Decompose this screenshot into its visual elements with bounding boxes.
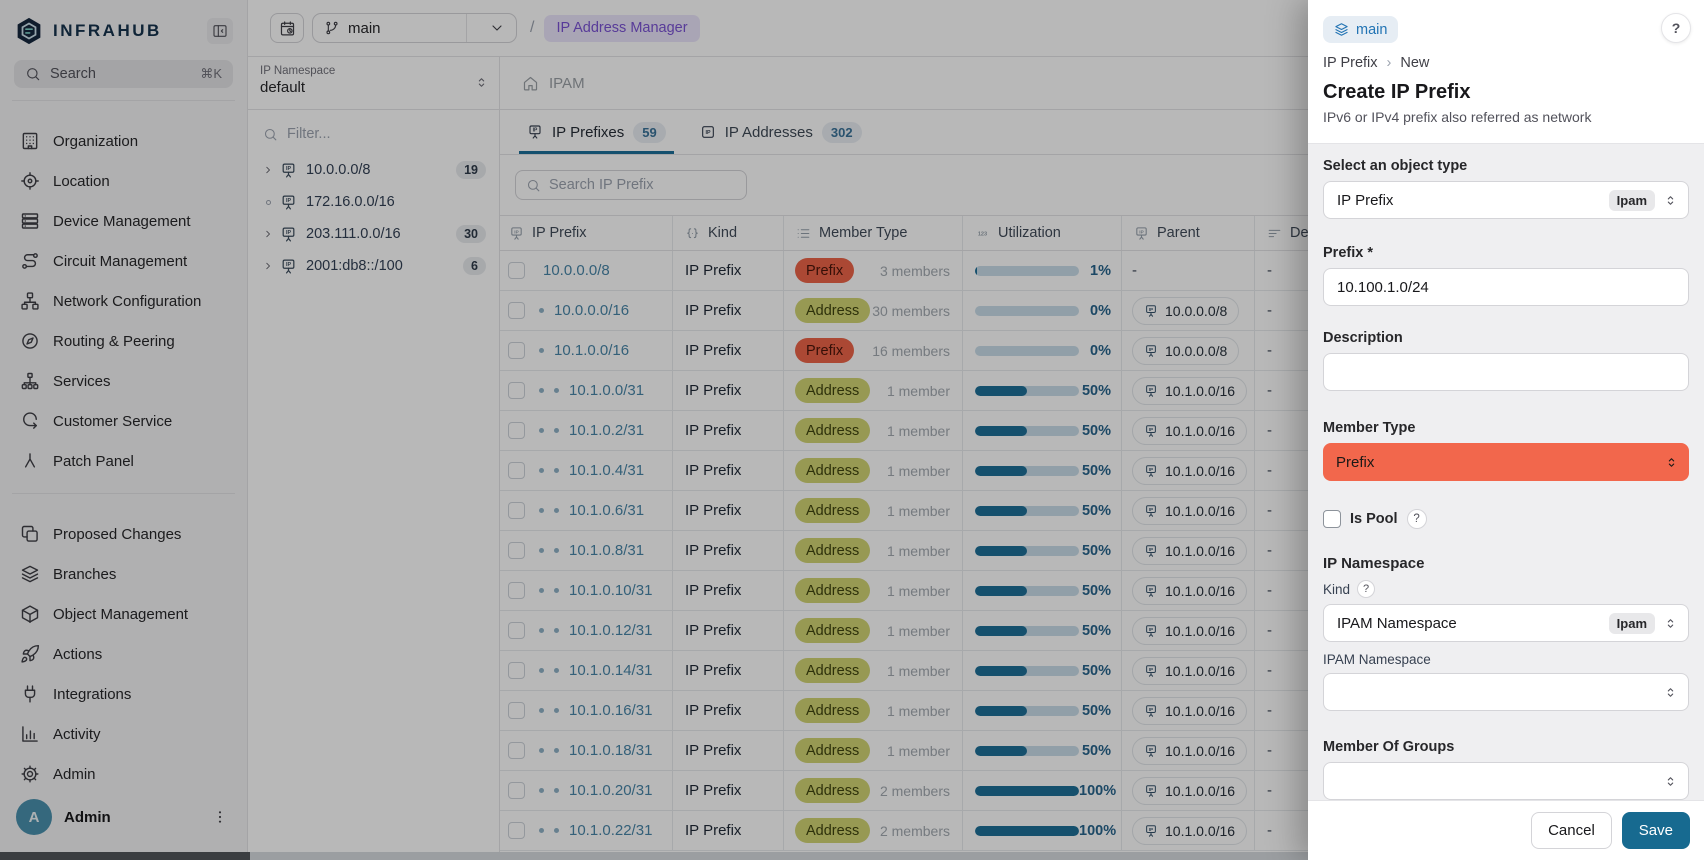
- prefix-label: Prefix *: [1323, 245, 1689, 261]
- kind-help-button[interactable]: ?: [1357, 580, 1375, 598]
- ipam-badge: Ipam: [1609, 613, 1655, 634]
- ipam-namespace-label: IPAM Namespace: [1323, 652, 1689, 667]
- drawer-breadcrumb: IP Prefix › New: [1323, 55, 1689, 71]
- chevrons-up-down-icon: [1663, 193, 1678, 208]
- member-type-value: Prefix: [1336, 454, 1664, 471]
- chevrons-up-down-icon: [1664, 455, 1679, 470]
- prefix-input[interactable]: [1323, 268, 1689, 306]
- description-input[interactable]: [1323, 353, 1689, 391]
- kind-value: IPAM Namespace: [1337, 615, 1609, 632]
- branch-badge: main: [1323, 16, 1398, 43]
- drawer-footer: Cancel Save: [1308, 800, 1704, 860]
- chevrons-up-down-icon: [1663, 616, 1678, 631]
- breadcrumb-current: New: [1400, 55, 1429, 71]
- is-pool-label: Is Pool: [1350, 511, 1398, 527]
- is-pool-row: Is Pool ?: [1323, 509, 1689, 529]
- description-label: Description: [1323, 330, 1689, 346]
- ipam-badge: Ipam: [1609, 190, 1655, 211]
- member-type-select[interactable]: Prefix: [1323, 443, 1689, 481]
- kind-label-row: Kind ?: [1323, 580, 1689, 598]
- modal-overlay[interactable]: [0, 0, 1308, 860]
- drawer-header: main ? IP Prefix › New Create IP Prefix …: [1308, 0, 1704, 125]
- save-button[interactable]: Save: [1622, 812, 1690, 849]
- branch-badge-label: main: [1356, 22, 1387, 38]
- infrahub-app: INFRAHUB Search ⌘K Organization Location…: [0, 0, 1704, 860]
- object-type-select[interactable]: IP Prefix Ipam: [1323, 181, 1689, 219]
- drawer-title: Create IP Prefix: [1323, 81, 1689, 104]
- chevrons-up-down-icon: [1663, 685, 1678, 700]
- breadcrumb-parent[interactable]: IP Prefix: [1323, 55, 1378, 71]
- breadcrumb-chevron: ›: [1387, 55, 1392, 71]
- object-type-label: Select an object type: [1323, 158, 1689, 174]
- create-ip-prefix-drawer: main ? IP Prefix › New Create IP Prefix …: [1308, 0, 1704, 860]
- object-type-value: IP Prefix: [1337, 192, 1609, 209]
- cancel-button[interactable]: Cancel: [1531, 812, 1612, 849]
- ipam-namespace-select[interactable]: [1323, 673, 1689, 711]
- chevrons-up-down-icon: [1663, 774, 1678, 789]
- member-of-groups-label: Member Of Groups: [1323, 739, 1689, 755]
- drawer-form: Select an object type IP Prefix Ipam Pre…: [1308, 143, 1704, 800]
- is-pool-help-button[interactable]: ?: [1407, 509, 1427, 529]
- kind-select[interactable]: IPAM Namespace Ipam: [1323, 604, 1689, 642]
- drawer-subtitle: IPv6 or IPv4 prefix also referred as net…: [1323, 109, 1689, 125]
- is-pool-checkbox[interactable]: [1323, 510, 1341, 528]
- member-type-label: Member Type: [1323, 420, 1689, 436]
- help-button[interactable]: ?: [1661, 13, 1691, 43]
- ip-namespace-section-title: IP Namespace: [1323, 555, 1689, 572]
- layers-icon: [1334, 22, 1349, 37]
- kind-label: Kind: [1323, 582, 1350, 597]
- member-of-groups-select[interactable]: [1323, 762, 1689, 800]
